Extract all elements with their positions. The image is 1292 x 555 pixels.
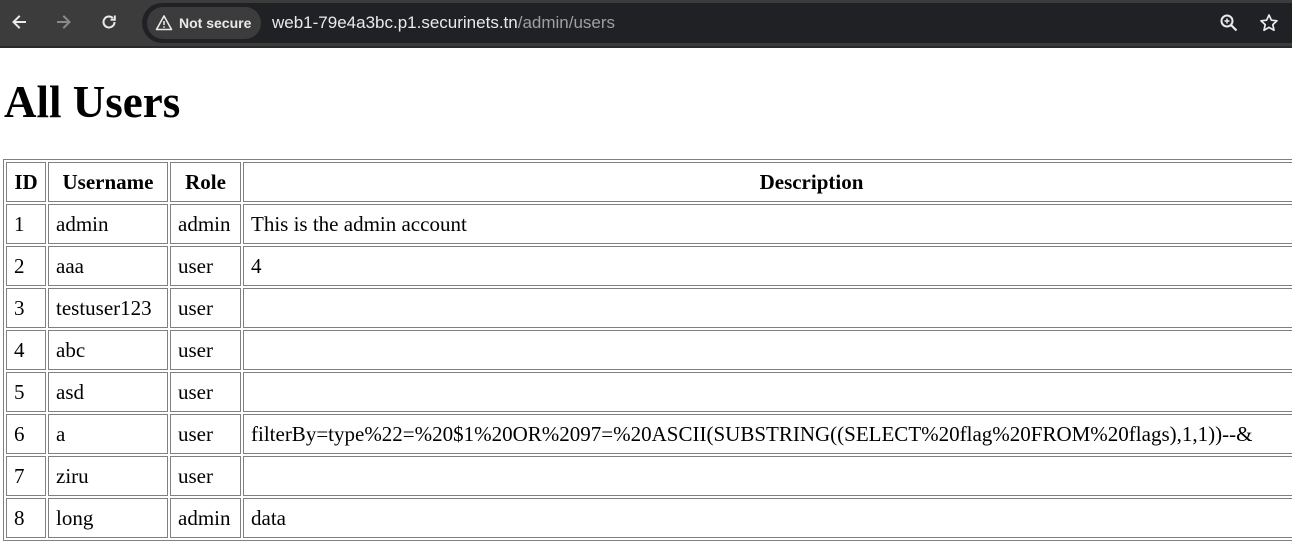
cell-description: 4 [243, 246, 1292, 286]
table-row: 3 testuser123 user [6, 288, 1292, 328]
security-label: Not secure [179, 15, 252, 31]
cell-username: abc [48, 330, 168, 370]
table-row: 4 abc user [6, 330, 1292, 370]
table-row: 8 long admin data [6, 498, 1292, 538]
cell-id: 6 [6, 414, 46, 454]
cell-id: 2 [6, 246, 46, 286]
forward-icon [57, 15, 71, 29]
table-header-row: ID Username Role Description [6, 162, 1292, 202]
cell-username: asd [48, 372, 168, 412]
table-row: 7 ziru user [6, 456, 1292, 496]
cell-role: user [170, 414, 241, 454]
zoom-icon [1220, 14, 1238, 32]
cell-username: a [48, 414, 168, 454]
cell-description [243, 288, 1292, 328]
cell-description: This is the admin account [243, 204, 1292, 244]
page-content: All Users ID Username Role Description 1… [0, 48, 1292, 555]
cell-username: testuser123 [48, 288, 168, 328]
users-table: ID Username Role Description 1 admin adm… [3, 159, 1292, 541]
cell-username: admin [48, 204, 168, 244]
cell-description [243, 372, 1292, 412]
back-icon [12, 15, 26, 29]
cell-role: user [170, 330, 241, 370]
url-text[interactable]: web1-79e4a3bc.p1.securinets.tn/admin/use… [272, 13, 615, 33]
header-description: Description [243, 162, 1292, 202]
back-button[interactable] [5, 8, 33, 36]
warning-icon [155, 15, 173, 31]
cell-description: data [243, 498, 1292, 538]
zoom-button[interactable] [1218, 12, 1240, 34]
cell-id: 7 [6, 456, 46, 496]
cell-username: ziru [48, 456, 168, 496]
reload-icon [102, 15, 116, 29]
cell-id: 3 [6, 288, 46, 328]
cell-id: 5 [6, 372, 46, 412]
cell-role: user [170, 288, 241, 328]
cell-id: 1 [6, 204, 46, 244]
cell-username: aaa [48, 246, 168, 286]
table-row: 2 aaa user 4 [6, 246, 1292, 286]
cell-role: user [170, 246, 241, 286]
reload-button[interactable] [95, 8, 123, 36]
cell-description: filterBy=type%22=%20$1%20OR%2097=%20ASCI… [243, 414, 1292, 454]
cell-id: 8 [6, 498, 46, 538]
page-title: All Users [4, 77, 181, 127]
header-username: Username [48, 162, 168, 202]
cell-role: user [170, 372, 241, 412]
table-row: 1 admin admin This is the admin account [6, 204, 1292, 244]
table-row: 5 asd user [6, 372, 1292, 412]
bookmark-button[interactable] [1258, 12, 1280, 34]
url-path: /admin/users [517, 13, 616, 32]
cell-username: long [48, 498, 168, 538]
star-icon [1260, 14, 1278, 32]
cell-id: 4 [6, 330, 46, 370]
address-bar[interactable]: Not secure web1-79e4a3bc.p1.securinets.t… [142, 3, 1292, 43]
forward-button[interactable] [50, 8, 78, 36]
browser-toolbar: Not secure web1-79e4a3bc.p1.securinets.t… [0, 0, 1292, 48]
header-id: ID [6, 162, 46, 202]
security-indicator[interactable]: Not secure [147, 7, 262, 39]
url-host: web1-79e4a3bc.p1.securinets.tn [272, 13, 518, 32]
cell-role: admin [170, 498, 241, 538]
cell-role: user [170, 456, 241, 496]
cell-description [243, 330, 1292, 370]
cell-description [243, 456, 1292, 496]
table-row: 6 a user filterBy=type%22=%20$1%20OR%209… [6, 414, 1292, 454]
header-role: Role [170, 162, 241, 202]
cell-role: admin [170, 204, 241, 244]
